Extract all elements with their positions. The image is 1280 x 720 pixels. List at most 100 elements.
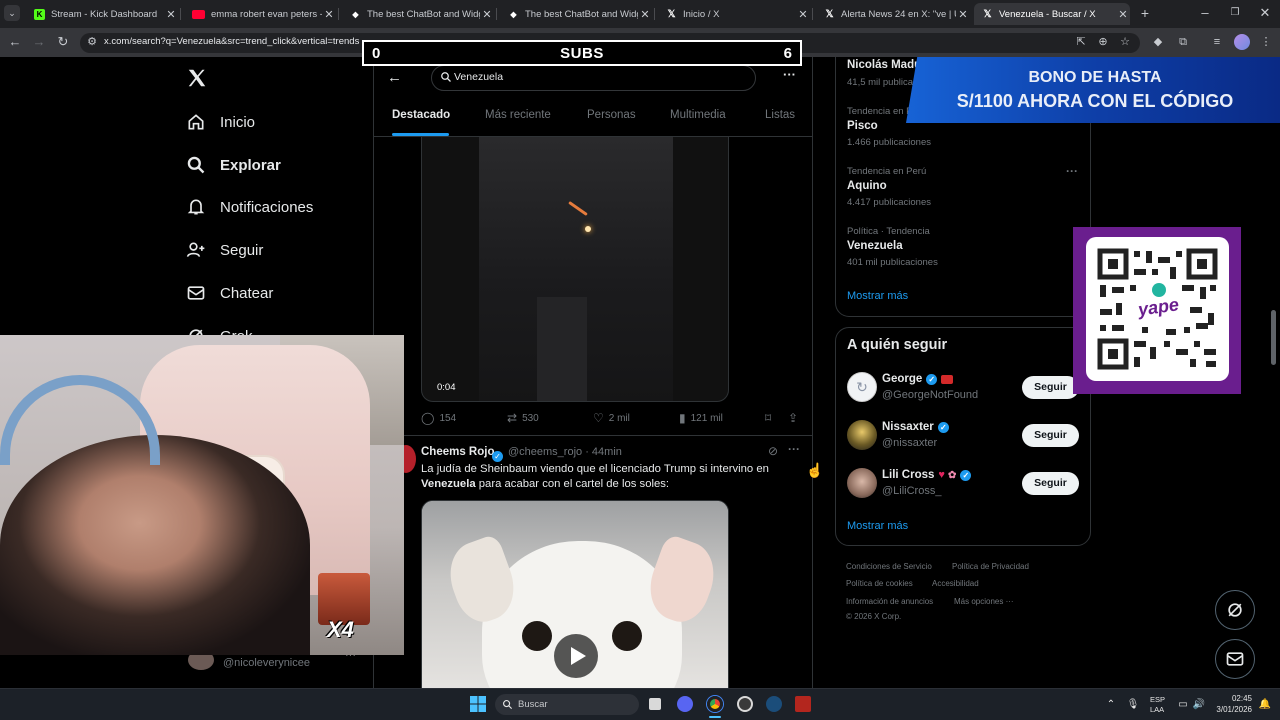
footer-link-accessibility[interactable]: Accesibilidad — [932, 579, 979, 588]
tab-search-icon[interactable]: ⌄ — [4, 5, 20, 21]
close-tab-icon[interactable]: ✕ — [480, 8, 494, 21]
language-code[interactable]: ESP — [1150, 695, 1165, 704]
taskbar-search-box[interactable] — [495, 694, 639, 715]
steam-icon[interactable] — [765, 695, 783, 713]
bookmark-action[interactable]: ⌑ — [765, 411, 776, 425]
keyboard-layout[interactable]: LAA — [1150, 705, 1164, 714]
sidebar-item-seguir[interactable]: Seguir — [186, 236, 263, 264]
reload-icon[interactable]: ↻ — [54, 33, 72, 51]
windows-start-icon[interactable] — [469, 695, 487, 713]
tweet-video-player[interactable]: 0:04 — [421, 137, 729, 402]
close-tab-icon[interactable]: ✕ — [956, 8, 970, 21]
trend-name-3[interactable]: Venezuela — [847, 240, 903, 252]
follow-handle-lili-cross[interactable]: @LiliCross_ — [882, 485, 941, 497]
back-icon[interactable]: ← — [6, 33, 24, 51]
zoom-icon[interactable]: ⊕ — [1095, 34, 1111, 50]
follow-button-george[interactable]: Seguir — [1022, 376, 1079, 399]
trend-name-1[interactable]: Pisco — [847, 120, 878, 132]
share-action[interactable]: ⇪ — [788, 411, 803, 425]
retweet-action[interactable]: ⇄ 530 — [507, 411, 539, 425]
close-tab-icon[interactable]: ✕ — [322, 8, 336, 21]
site-info-icon[interactable]: ⚙ — [84, 34, 100, 50]
forward-icon[interactable]: → — [30, 33, 48, 51]
show-more-follow-link[interactable]: Mostrar más — [847, 520, 908, 532]
close-tab-icon[interactable]: ✕ — [1116, 8, 1130, 21]
discord-icon[interactable] — [676, 695, 694, 713]
clock-time[interactable]: 02:45 — [1222, 694, 1252, 703]
tab-mas-reciente[interactable]: Más reciente — [485, 109, 551, 121]
tab-destacado[interactable]: Destacado — [392, 109, 450, 121]
tray-chevron-icon[interactable]: ⌃ — [1102, 695, 1120, 713]
taskbar-search-placeholder[interactable]: Buscar — [518, 699, 548, 710]
close-tab-icon[interactable]: ✕ — [638, 8, 652, 21]
views-action[interactable]: ▮ 121 mil — [679, 411, 723, 425]
tab-chatbot-1[interactable]: ◆ The best ChatBot and Widgets ✕ — [342, 3, 494, 25]
tab-listas[interactable]: Listas — [765, 109, 795, 121]
footer-link-privacy[interactable]: Política de Privacidad — [952, 562, 1029, 571]
install-icon[interactable]: ⇱ — [1073, 34, 1089, 50]
close-window-icon[interactable]: ✕ — [1256, 4, 1274, 22]
tweet-author-name[interactable]: Cheems Rojo — [421, 446, 495, 458]
new-tab-icon[interactable]: + — [1136, 4, 1154, 22]
grok-explain-icon[interactable]: ⊘ — [768, 444, 778, 458]
follow-avatar-lili-cross[interactable] — [847, 468, 877, 498]
follow-avatar-george[interactable]: ↻ — [847, 372, 877, 402]
footer-link-more-options[interactable]: Más opciones ··· — [954, 597, 1014, 606]
tab-venezuela-search[interactable]: 𝕏 Venezuela - Buscar / X ✕ — [974, 3, 1130, 25]
bookmark-star-icon[interactable]: ☆ — [1117, 34, 1133, 50]
account-handle[interactable]: @nicoleverynicee — [223, 657, 310, 669]
follow-name-lili-cross[interactable]: Lili Cross ♥ ✿ ✓ — [882, 469, 972, 481]
url-text[interactable]: x.com/search?q=Venezuela&src=trend_click… — [104, 36, 359, 47]
tab-inicio-x[interactable]: 𝕏 Inicio / X ✕ — [658, 3, 810, 25]
x-logo-icon[interactable] — [186, 67, 208, 89]
grok-fab-button[interactable] — [1215, 590, 1255, 630]
restore-icon[interactable]: ❐ — [1226, 4, 1244, 22]
sidebar-item-chatear[interactable]: Chatear — [186, 279, 273, 307]
search-value[interactable]: Venezuela — [454, 71, 503, 83]
search-more-icon[interactable]: ··· — [783, 67, 796, 82]
reply-action[interactable]: ◯ 154 — [421, 411, 456, 425]
page-scrollbar[interactable] — [1271, 310, 1276, 365]
like-action[interactable]: ♡ 2 mil — [593, 411, 630, 425]
show-more-trends-link[interactable]: Mostrar más — [847, 290, 908, 302]
tab-chatbot-2[interactable]: ◆ The best ChatBot and Widgets ✕ — [500, 3, 652, 25]
follow-name-nissaxter[interactable]: Nissaxter ✓ — [882, 421, 949, 433]
tab-alerta-news[interactable]: 𝕏 Alerta News 24 en X: "ve | URGE ✕ — [816, 3, 970, 25]
extensions-icon[interactable]: ⧉ — [1175, 34, 1191, 50]
profile-avatar[interactable] — [1234, 34, 1250, 50]
follow-button-lili-cross[interactable]: Seguir — [1022, 472, 1079, 495]
trend-name-2[interactable]: Aquino — [847, 180, 887, 192]
task-view-icon[interactable] — [646, 695, 664, 713]
microphone-icon[interactable]: 🎙 — [1124, 695, 1142, 713]
tab-youtube[interactable]: emma robert evan peters - You ✕ — [184, 3, 336, 25]
follow-avatar-nissaxter[interactable] — [847, 420, 877, 450]
tab-kick[interactable]: K Stream - Kick Dashboard ✕ — [26, 3, 178, 25]
footer-link-ads-info[interactable]: Información de anuncios — [846, 597, 933, 606]
menu-icon[interactable]: ⋮ — [1258, 34, 1274, 50]
follow-handle-nissaxter[interactable]: @nissaxter — [882, 437, 937, 449]
tweet-handle-time[interactable]: @cheems_rojo · 44min — [508, 446, 622, 458]
messages-fab-button[interactable] — [1215, 639, 1255, 679]
chrome-icon[interactable] — [706, 695, 724, 713]
extension-diamond-icon[interactable]: ◆ — [1150, 34, 1166, 50]
tweet-text-bold[interactable]: Venezuela — [421, 478, 476, 490]
notifications-icon[interactable]: 🔔 — [1256, 695, 1274, 713]
tab-multimedia[interactable]: Multimedia — [670, 109, 726, 121]
sidebar-item-inicio[interactable]: Inicio — [186, 108, 255, 136]
back-arrow-icon[interactable]: ← — [387, 69, 402, 86]
minimize-icon[interactable]: – — [1196, 4, 1214, 22]
filezilla-icon[interactable] — [794, 695, 812, 713]
clock-date[interactable]: 3/01/2026 — [1206, 705, 1252, 714]
close-tab-icon[interactable]: ✕ — [164, 8, 178, 21]
close-tab-icon[interactable]: ✕ — [796, 8, 810, 21]
follow-handle-george[interactable]: @GeorgeNotFound — [882, 389, 978, 401]
play-button[interactable] — [554, 634, 598, 678]
footer-link-cookies[interactable]: Política de cookies — [846, 579, 913, 588]
trend-more-icon[interactable]: ··· — [1066, 164, 1078, 178]
reading-list-icon[interactable]: ≡ — [1209, 34, 1225, 50]
follow-button-nissaxter[interactable]: Seguir — [1022, 424, 1079, 447]
footer-link-terms[interactable]: Condiciones de Servicio — [846, 562, 932, 571]
tweet-more-icon[interactable]: ··· — [788, 442, 800, 456]
follow-name-george[interactable]: George ✓ — [882, 373, 954, 385]
tweet-video-player-2[interactable] — [421, 500, 729, 688]
